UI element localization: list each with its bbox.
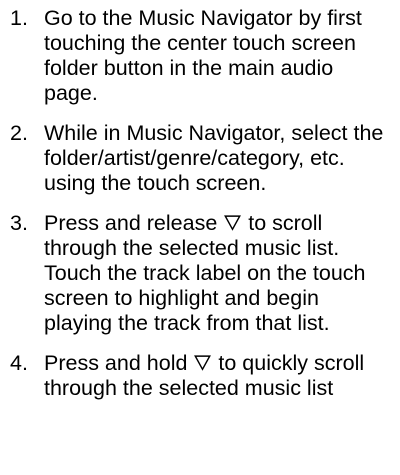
- down-triangle-icon: [224, 215, 242, 231]
- step-text: Press and hold to quickly scroll through…: [44, 351, 390, 401]
- step-1: 1. Go to the Music Navigator by first to…: [10, 6, 390, 106]
- step-number: 2.: [10, 121, 28, 145]
- step-3: 3. Press and release to scroll through t…: [10, 211, 390, 336]
- down-triangle-icon: [194, 355, 212, 371]
- step-text: While in Music Navigator, select the fol…: [44, 121, 384, 195]
- step-4: 4. Press and hold to quickly scroll thro…: [10, 351, 390, 401]
- step-text-before: Press and hold: [44, 351, 194, 375]
- step-2: 2. While in Music Navigator, select the …: [10, 121, 390, 196]
- step-text: Press and release to scroll through the …: [44, 211, 390, 336]
- step-number: 3.: [10, 211, 28, 235]
- instruction-steps: 1. Go to the Music Navigator by first to…: [0, 0, 400, 401]
- step-text-before: Press and release: [44, 211, 224, 235]
- step-number: 1.: [10, 6, 28, 30]
- step-number: 4.: [10, 351, 28, 375]
- step-text: Go to the Music Navigator by first touch…: [44, 6, 362, 105]
